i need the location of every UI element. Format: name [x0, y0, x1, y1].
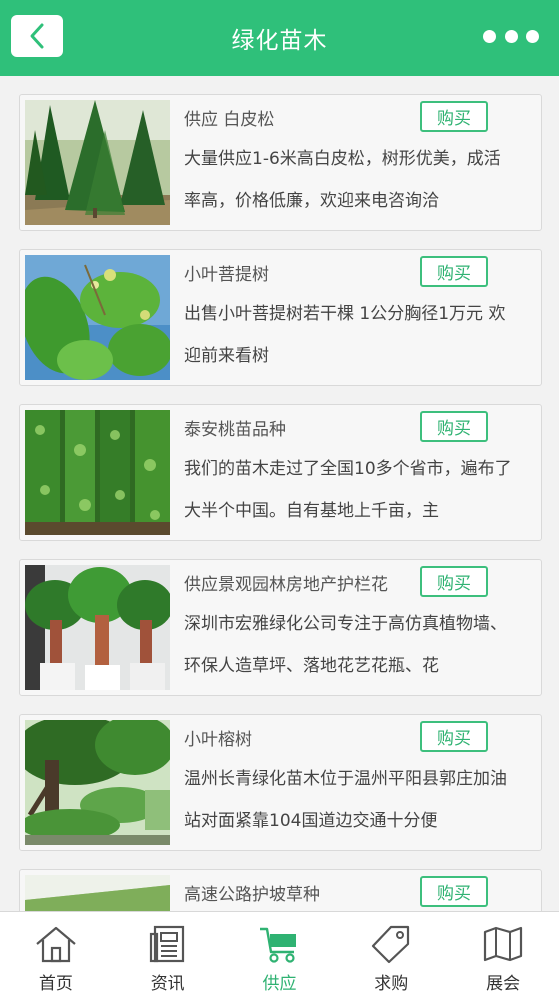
product-title: 小叶榕树	[184, 730, 252, 750]
tab-label: 首页	[38, 974, 73, 994]
banyan-tree-photo	[25, 720, 170, 845]
product-title: 泰安桃苗品种	[184, 420, 286, 440]
product-title: 高速公路护坡草种	[184, 885, 320, 905]
product-description: 深圳市宏雅绿化公司专注于高仿真植物墙、环保人造草坪、落地花艺花瓶、花	[184, 614, 507, 676]
tab-buy-request[interactable]: 求购	[335, 912, 447, 999]
tag-icon	[369, 924, 413, 964]
product-title: 供应 白皮松	[184, 110, 275, 130]
pine-trees-photo	[25, 100, 170, 225]
product-card[interactable]: 小叶榕树 购买 温州长青绿化苗木位于温州平阳县郭庄加油站对面紧靠104国道边交通…	[19, 714, 542, 851]
tab-home[interactable]: 首页	[0, 912, 112, 999]
product-title: 供应景观园林房地产护栏花	[184, 575, 388, 595]
product-title: 小叶菩提树	[184, 265, 269, 285]
buy-button[interactable]: 购买	[420, 566, 488, 597]
buy-button[interactable]: 购买	[420, 721, 488, 752]
tab-label: 求购	[374, 974, 409, 994]
news-icon	[146, 924, 190, 964]
product-card[interactable]: 供应 白皮松 购买 大量供应1-6米高白皮松，树形优美，成活率高，价格低廉，欢迎…	[19, 94, 542, 231]
buy-button[interactable]: 购买	[420, 256, 488, 287]
chevron-left-icon	[30, 23, 44, 49]
product-card[interactable]: 高速公路护坡草种 购买	[19, 869, 542, 911]
linden-leaves-photo	[25, 255, 170, 380]
tab-label: 供应	[262, 974, 297, 994]
product-card[interactable]: 小叶菩提树 购买 出售小叶菩提树若干棵 1公分胸径1万元 欢迎前来看树	[19, 249, 542, 386]
peach-seedlings-photo	[25, 410, 170, 535]
app-header: 绿化苗木	[0, 0, 559, 76]
product-list: 供应 白皮松 购买 大量供应1-6米高白皮松，树形优美，成活率高，价格低廉，欢迎…	[0, 76, 559, 911]
product-description: 温州长青绿化苗木位于温州平阳县郭庄加油站对面紧靠104国道边交通十分便	[184, 769, 507, 831]
more-dot	[504, 29, 518, 43]
tab-label: 展会	[486, 974, 521, 994]
map-icon	[481, 924, 525, 964]
tab-label: 资讯	[150, 974, 185, 994]
home-icon	[34, 924, 78, 964]
tab-exhibition[interactable]: 展会	[447, 912, 559, 999]
product-description: 大量供应1-6米高白皮松，树形优美，成活率高，价格低廉，欢迎来电咨询洽	[184, 149, 501, 211]
buy-button[interactable]: 购买	[420, 876, 488, 907]
product-description: 我们的苗木走过了全国10多个省市，遍布了大半个中国。自有基地上千亩，主	[184, 459, 512, 521]
product-card[interactable]: 泰安桃苗品种 购买 我们的苗木走过了全国10多个省市，遍布了大半个中国。自有基地…	[19, 404, 542, 541]
tab-supply[interactable]: 供应	[224, 912, 336, 999]
more-button[interactable]	[483, 26, 539, 46]
product-card[interactable]: 供应景观园林房地产护栏花 购买 深圳市宏雅绿化公司专注于高仿真植物墙、环保人造草…	[19, 559, 542, 696]
cart-icon	[257, 924, 301, 964]
more-dot	[526, 29, 539, 43]
product-description: 出售小叶菩提树若干棵 1公分胸径1万元 欢迎前来看树	[184, 304, 506, 366]
potted-plants-photo	[25, 565, 170, 690]
more-dot	[483, 29, 496, 43]
buy-button[interactable]: 购买	[420, 411, 488, 442]
buy-button[interactable]: 购买	[420, 101, 488, 132]
tab-news[interactable]: 资讯	[112, 912, 224, 999]
grass-slope-photo	[25, 875, 170, 911]
bottom-tab-bar: 首页 资讯 供应 求购 展会	[0, 911, 559, 999]
back-button[interactable]	[11, 15, 63, 57]
page-title: 绿化苗木	[231, 28, 328, 54]
